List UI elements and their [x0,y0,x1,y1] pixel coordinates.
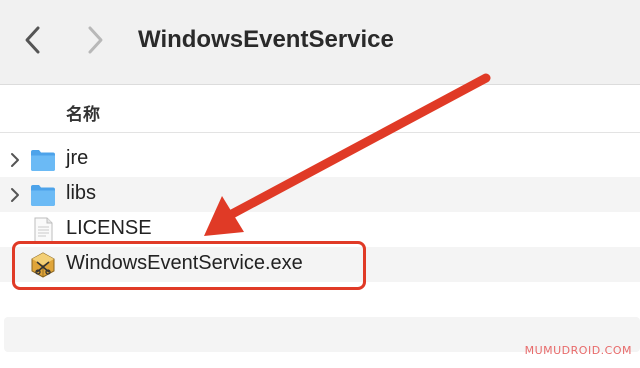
disclosure-chevron-icon[interactable] [8,152,22,168]
list-item-jre[interactable]: jre [0,142,640,177]
file-name: jre [66,147,89,169]
back-button[interactable] [18,22,48,58]
window-title: WindowsEventService [138,26,394,53]
file-name: libs [66,182,97,204]
column-header-label: 名称 [66,105,100,124]
list-item-libs[interactable]: libs [0,177,640,212]
list-item-windowseventservice-exe[interactable]: WindowsEventService.exe [0,247,640,282]
chevron-right-icon [88,26,103,54]
list-item-license[interactable]: LICENSE [0,212,640,247]
document-icon [34,217,53,243]
folder-icon [31,150,55,171]
file-name: WindowsEventService.exe [66,252,303,274]
folder-icon [31,185,55,206]
watermark: MUMUDROID.COM [524,344,632,357]
disclosure-chevron-icon[interactable] [8,187,22,203]
exe-icon [31,252,55,278]
forward-button[interactable] [80,22,110,58]
file-name: LICENSE [66,217,152,239]
column-header-name[interactable]: 名称 [0,90,640,133]
empty-row [0,282,640,317]
toolbar: WindowsEventService [0,0,640,85]
chevron-left-icon [25,26,40,54]
